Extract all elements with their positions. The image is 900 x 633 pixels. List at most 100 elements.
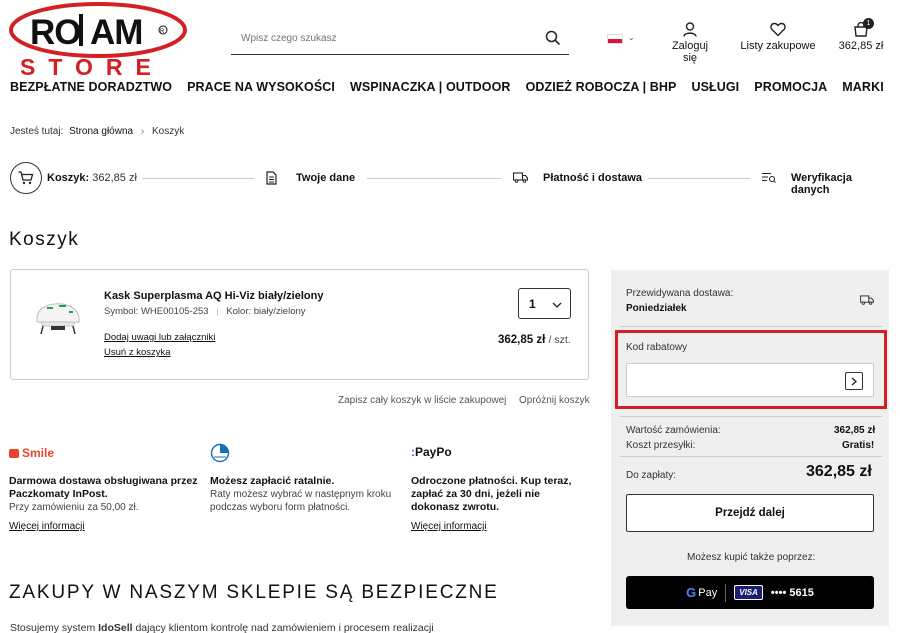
shipping-label: Koszt przesyłki:	[626, 440, 696, 451]
truck-icon	[860, 295, 874, 308]
breadcrumb-prefix: Jesteś tutaj:	[10, 126, 64, 137]
nav-item-uslugi[interactable]: USŁUGI	[691, 80, 739, 94]
document-icon	[266, 171, 277, 188]
search-input[interactable]	[241, 25, 541, 51]
card-digits: •••• 5615	[770, 586, 814, 599]
summary-divider	[620, 326, 882, 327]
store-logo[interactable]: RO AM R STORE	[8, 2, 190, 80]
secure-text-pre: Stosujemy system	[10, 622, 99, 633]
inpost-more-info-link[interactable]: Więcej informacji	[9, 521, 85, 532]
google-pay-button[interactable]: G Pay VISA •••• 5615	[626, 576, 874, 609]
paypo-more-info-link[interactable]: Więcej informacji	[411, 521, 487, 532]
paypo-info-title: Odroczone płatności. Kup teraz, zapłać z…	[411, 475, 572, 513]
step-divider	[142, 178, 254, 179]
empty-cart-link[interactable]: Opróżnij koszyk	[519, 395, 590, 406]
search-icon[interactable]	[545, 30, 561, 49]
step-cart-label: Koszyk:	[47, 172, 90, 184]
nav-item-prace-na-wysokosci[interactable]: PRACE NA WYSOKOŚCI	[187, 80, 335, 94]
user-icon	[683, 22, 697, 37]
step-verification[interactable]: Weryfikacja danych	[791, 172, 890, 196]
coupon-label: Kod rabatowy	[626, 342, 688, 353]
svg-text:RO: RO	[30, 13, 81, 52]
nav-item-wspinaczka[interactable]: WSPINACZKA | OUTDOOR	[350, 80, 511, 94]
alt-pay-label: Możesz kupić także poprzez:	[687, 552, 816, 563]
language-flag-icon[interactable]	[607, 34, 623, 44]
gpay-separator	[725, 583, 727, 602]
truck-icon	[512, 172, 529, 186]
step-divider	[367, 178, 501, 179]
shopping-lists-label: Listy zakupowe	[740, 40, 816, 52]
proceed-button[interactable]: Przejdź dalej	[626, 494, 874, 532]
cart-icon	[10, 162, 42, 194]
shipping-value: Gratis!	[842, 440, 875, 451]
search-bar[interactable]	[231, 25, 569, 55]
installments-sub: Raty możesz wybrać w następnym kroku pod…	[210, 489, 392, 513]
visa-card-icon: VISA	[734, 585, 763, 600]
cart-item: Kask Superplasma AQ Hi-Viz biały/zielony…	[10, 269, 589, 380]
order-value: 362,85 zł	[834, 425, 876, 436]
step-divider	[648, 178, 750, 179]
summary-divider	[620, 456, 882, 457]
step-cart-value: 362,85 zł	[92, 172, 137, 184]
inpost-info-title: Darmowa dostawa obsługiwana przez Paczko…	[9, 475, 198, 500]
quantity-value: 1	[529, 296, 536, 311]
page-title: Koszyk	[9, 229, 80, 250]
product-image[interactable]	[29, 286, 85, 342]
product-price: 362,85 zł / szt.	[498, 334, 571, 346]
save-cart-to-list-link[interactable]: Zapisz cały koszyk w liście zakupowej	[338, 395, 506, 406]
step-your-data[interactable]: Twoje dane	[296, 172, 355, 184]
installments-title: Możesz zapłacić ratalnie.	[210, 475, 335, 487]
heart-icon	[770, 22, 786, 37]
google-g-icon: G	[686, 585, 697, 600]
svg-text:AM: AM	[90, 13, 142, 52]
breadcrumb-current: Koszyk	[151, 126, 185, 137]
cart-link[interactable]: 1 362,85 zł	[836, 18, 886, 52]
shopping-lists-link[interactable]: Listy zakupowe	[740, 22, 816, 52]
coupon-submit-button[interactable]	[845, 372, 863, 390]
cart-count-badge: 1	[863, 18, 874, 29]
inpost-info-sub: Przy zamówieniu za 50,00 zł.	[9, 502, 139, 513]
secure-text-post: dający klientom kontrolę nad zamówieniem…	[132, 622, 434, 633]
secure-heading: ZAKUPY W NASZYM SKLEPIE SĄ BEZPIECZNE	[9, 582, 499, 603]
product-color: Kolor: biały/zielony	[226, 306, 306, 317]
chevron-right-icon	[851, 377, 857, 385]
delivery-day: Poniedziałek	[626, 303, 687, 314]
to-pay-label: Do zapłaty:	[626, 470, 677, 481]
paypo-logo: :PayPo	[411, 445, 452, 459]
to-pay-value: 362,85 zł	[806, 463, 872, 480]
checkout-steps: Koszyk: 362,85 zł Twoje dane Płatność i …	[10, 162, 890, 196]
step-payment-delivery[interactable]: Płatność i dostawa	[543, 172, 642, 184]
product-price-unit: / szt.	[548, 334, 571, 346]
breadcrumb-home[interactable]: Strona główna	[69, 126, 133, 137]
svg-text:R: R	[160, 29, 165, 35]
delivery-label: Przewidywana dostawa:	[626, 288, 734, 299]
cart-total: 362,85 zł	[838, 40, 884, 52]
product-price-value: 362,85 zł	[498, 334, 546, 346]
remove-from-cart-link[interactable]: Usuń z koszyka	[104, 347, 171, 358]
step-cart[interactable]: Koszyk: 362,85 zł	[47, 172, 137, 184]
coupon-input[interactable]	[626, 363, 874, 397]
smile-icon	[9, 448, 19, 458]
login-link[interactable]: Zaloguj się	[664, 22, 716, 64]
nav-item-marki[interactable]: MARKI	[842, 80, 883, 94]
nav-item-odziez-robocza[interactable]: ODZIEŻ ROBOCZA | BHP	[526, 80, 677, 94]
smile-brand: Smile	[22, 446, 55, 460]
main-nav: BEZPŁATNE DORADZTWO PRACE NA WYSOKOŚCI W…	[10, 80, 899, 94]
nav-item-promocja[interactable]: PROMOCJA	[754, 80, 827, 94]
add-note-link[interactable]: Dodaj uwagi lub załączniki	[104, 332, 215, 343]
svg-text:STORE: STORE	[20, 54, 164, 78]
breadcrumb: Jesteś tutaj: Strona główna › Koszyk	[10, 126, 184, 137]
chevron-down-icon	[552, 297, 562, 311]
quantity-select[interactable]: 1	[518, 288, 571, 319]
breadcrumb-separator: ›	[140, 126, 145, 137]
product-meta: Symbol: WHE00105-253 | Kolor: biały/ziel…	[104, 306, 306, 317]
product-name[interactable]: Kask Superplasma AQ Hi-Viz biały/zielony	[104, 290, 323, 302]
summary-divider	[620, 416, 882, 417]
chevron-down-icon[interactable]: ⌄	[628, 33, 635, 42]
gpay-label: Pay	[698, 586, 718, 599]
order-value-label: Wartość zamówienia:	[626, 425, 721, 436]
product-symbol: Symbol: WHE00105-253	[104, 306, 209, 317]
nav-item-doradztwo[interactable]: BEZPŁATNE DORADZTWO	[10, 80, 172, 94]
secure-text: Stosujemy system IdoSell dający klientom…	[10, 622, 434, 633]
secure-text-brand: IdoSell	[98, 622, 133, 633]
